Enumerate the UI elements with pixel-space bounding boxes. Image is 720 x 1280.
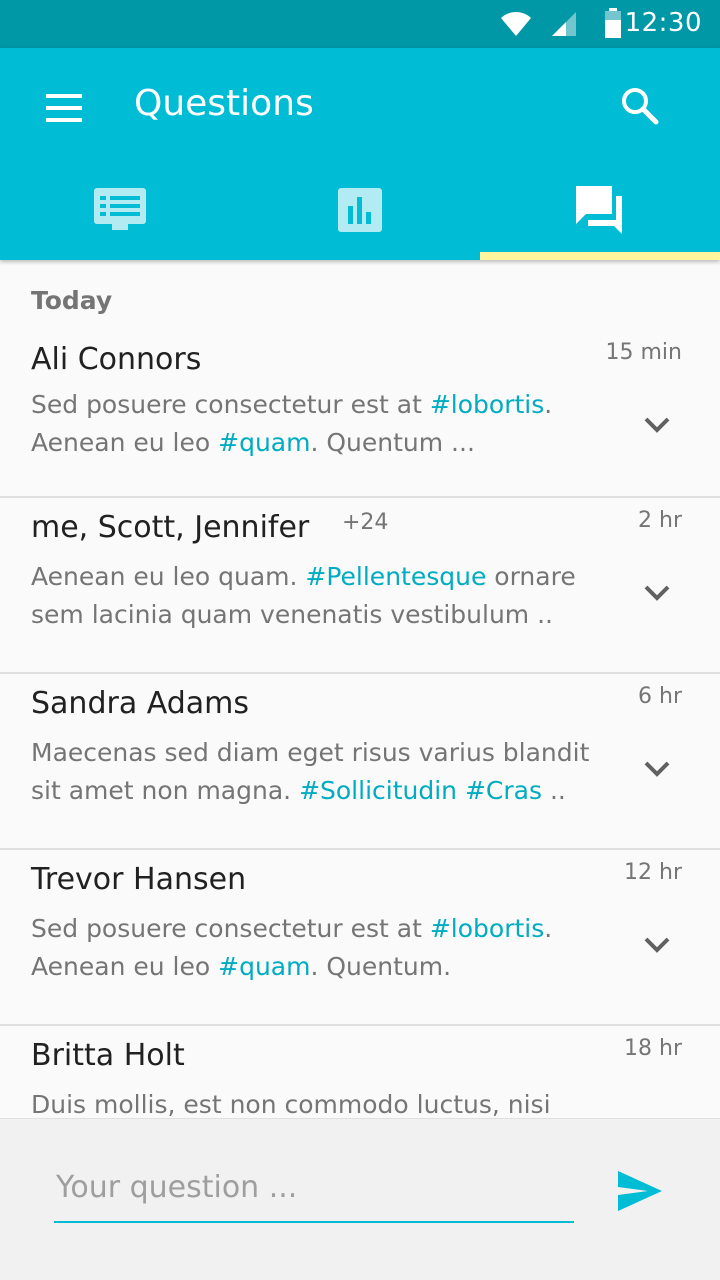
item-time: 2 hr — [638, 508, 682, 533]
snippet-text: .. — [542, 776, 566, 805]
snippet-text: . — [544, 390, 553, 419]
snippet-line: Sed posuere consectetur est at #lobortis… — [31, 386, 611, 424]
snippet-text: Aenean eu leo quam. — [31, 562, 306, 591]
battery-icon — [605, 8, 621, 38]
chevron-down-icon[interactable] — [636, 748, 678, 790]
snippet-text: Aenean eu leo — [31, 428, 219, 457]
feed-list-icon — [94, 188, 146, 230]
message-snippet: Sed posuere consectetur est at #lobortis… — [31, 386, 611, 462]
snippet-text: Duis mollis, est non commodo luctus, nis… — [31, 1090, 551, 1118]
hashtag-link[interactable]: #Cras — [465, 776, 542, 805]
message-snippet: Duis mollis, est non commodo luctus, nis… — [31, 1086, 611, 1118]
item-time: 18 hr — [624, 1036, 682, 1061]
tab-bar — [0, 160, 720, 260]
sender-name: Sandra Adams — [31, 686, 250, 721]
item-time: 12 hr — [624, 860, 682, 885]
tab-stats[interactable] — [240, 160, 480, 260]
hashtag-link[interactable]: #Pellentesque — [305, 562, 486, 591]
snippet-text — [457, 776, 465, 805]
message-snippet: Maecenas sed diam eget risus varius blan… — [31, 734, 611, 810]
sender-name: Trevor Hansen — [31, 862, 247, 897]
snippet-text: sem lacinia quam venenatis vestibulum .. — [31, 600, 553, 629]
snippet-line: Aenean eu leo #quam. Quentum ... — [31, 424, 611, 462]
snippet-text: . Quentum ... — [310, 428, 475, 457]
snippet-line: sit amet non magna. #Sollicitudin #Cras … — [31, 772, 611, 810]
snippet-text: sit amet non magna. — [31, 776, 300, 805]
chevron-down-icon[interactable] — [636, 924, 678, 966]
snippet-text: . — [544, 914, 553, 943]
item-time: 6 hr — [638, 684, 682, 709]
sender-name: Britta Holt — [31, 1038, 185, 1073]
list-item[interactable]: Ali Connors 15 min Sed posuere consectet… — [0, 336, 720, 498]
app-bar: Questions — [0, 48, 720, 260]
page-title: Questions — [134, 83, 314, 124]
item-time: 15 min — [605, 340, 682, 365]
list-item[interactable]: Sandra Adams 6 hr Maecenas sed diam eget… — [0, 674, 720, 850]
snippet-text: . Quentum. — [310, 952, 452, 981]
list-item[interactable]: Britta Holt 18 hr Duis mollis, est non c… — [0, 1026, 720, 1118]
question-input[interactable] — [54, 1153, 574, 1223]
question-list[interactable]: Today Ali Connors 15 min Sed posuere con… — [0, 260, 720, 1118]
message-snippet: Aenean eu leo quam. #Pellentesque ornare… — [31, 558, 611, 634]
hashtag-link[interactable]: #Sollicitudin — [299, 776, 457, 805]
active-tab-indicator — [480, 252, 720, 260]
status-time: 12:30 — [624, 8, 702, 38]
hashtag-link[interactable]: #lobortis — [430, 914, 544, 943]
snippet-text: Sed posuere consectetur est at — [31, 390, 430, 419]
snippet-line: sem lacinia quam venenatis vestibulum .. — [31, 596, 611, 634]
hashtag-link[interactable]: #quam — [218, 428, 310, 457]
snippet-text: Maecenas sed diam eget risus varius blan… — [31, 738, 590, 767]
hashtag-link[interactable]: #lobortis — [430, 390, 544, 419]
chevron-down-icon[interactable] — [636, 404, 678, 446]
snippet-text: Sed posuere consectetur est at — [31, 914, 430, 943]
send-icon[interactable] — [612, 1163, 668, 1219]
list-item[interactable]: Trevor Hansen 12 hr Sed posuere consecte… — [0, 850, 720, 1026]
list-item[interactable]: me, Scott, Jennifer +24 2 hr Aenean eu l… — [0, 498, 720, 674]
snippet-line: Sed posuere consectetur est at #lobortis… — [31, 910, 611, 948]
wifi-icon — [501, 12, 531, 36]
hashtag-link[interactable]: #quam — [218, 952, 310, 981]
snippet-text: ornare — [486, 562, 576, 591]
chevron-down-icon[interactable] — [636, 572, 678, 614]
snippet-line: Aenean eu leo #quam. Quentum. — [31, 948, 611, 986]
snippet-line: Maecenas sed diam eget risus varius blan… — [31, 734, 611, 772]
snippet-line: Duis mollis, est non commodo luctus, nis… — [31, 1086, 611, 1118]
section-header: Today — [31, 286, 113, 315]
search-icon[interactable] — [612, 78, 668, 134]
tab-feed[interactable] — [0, 160, 240, 260]
sender-name: me, Scott, Jennifer — [31, 510, 310, 545]
snippet-line: Aenean eu leo quam. #Pellentesque ornare — [31, 558, 611, 596]
bar-chart-icon — [338, 188, 382, 232]
message-snippet: Sed posuere consectetur est at #lobortis… — [31, 910, 611, 986]
status-bar: 12:30 — [0, 0, 720, 48]
forum-icon — [576, 186, 622, 234]
cell-signal-icon — [552, 12, 576, 36]
sender-name: Ali Connors — [31, 342, 202, 377]
participant-count: +24 — [342, 510, 389, 535]
tab-questions[interactable] — [480, 160, 720, 260]
menu-icon[interactable] — [36, 80, 92, 136]
snippet-text: Aenean eu leo — [31, 952, 219, 981]
question-composer — [0, 1118, 720, 1280]
